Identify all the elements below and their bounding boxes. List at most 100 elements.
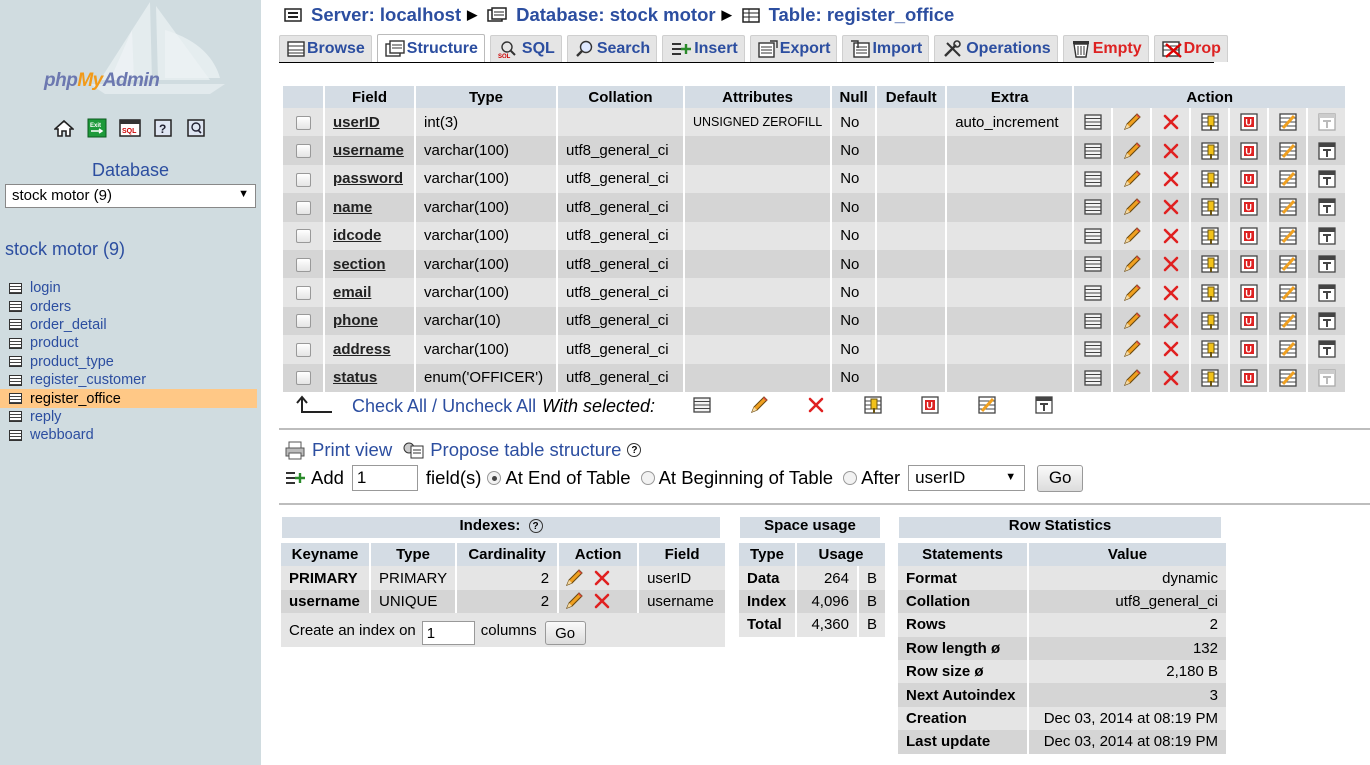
tab-structure[interactable]: Structure (376, 34, 485, 62)
edit-icon[interactable] (1121, 168, 1143, 190)
delete-icon[interactable] (1160, 338, 1182, 360)
uncheck-all-link[interactable]: Uncheck All (442, 396, 536, 417)
unique-icon[interactable]: U (1238, 310, 1260, 332)
tab-search[interactable]: Search (566, 35, 658, 62)
index-icon[interactable] (1277, 253, 1299, 275)
index-icon[interactable] (1277, 338, 1299, 360)
browse-distinct-icon[interactable] (1082, 196, 1104, 218)
browse-distinct-icon[interactable] (1082, 140, 1104, 162)
fulltext-icon[interactable] (1316, 253, 1338, 275)
primary-key-icon[interactable] (1199, 310, 1221, 332)
unique-icon[interactable]: U (1238, 253, 1260, 275)
index-icon[interactable] (1277, 196, 1299, 218)
index-icon[interactable] (1277, 140, 1299, 162)
breadcrumb-table[interactable]: Table: register_office (769, 4, 955, 26)
edit-icon[interactable] (1121, 338, 1143, 360)
delete-icon[interactable] (1160, 310, 1182, 332)
browse-distinct-icon[interactable] (1082, 253, 1104, 275)
unique-icon[interactable]: U (1238, 367, 1260, 389)
unique-icon[interactable]: U (1238, 196, 1260, 218)
row-checkbox[interactable] (295, 342, 311, 357)
cell-field[interactable]: name (325, 193, 414, 222)
index-icon[interactable] (1277, 225, 1299, 247)
fulltext-icon[interactable] (1316, 196, 1338, 218)
tab-import[interactable]: Import (842, 35, 930, 62)
table-icon[interactable] (9, 301, 22, 313)
delete-icon[interactable] (591, 590, 613, 612)
table-icon[interactable] (9, 393, 22, 405)
unique-icon[interactable]: U (1238, 282, 1260, 304)
sidebar-table-reply[interactable]: reply (0, 408, 257, 426)
database-select[interactable]: stock motor (9) ▼ (5, 184, 256, 208)
docs-icon[interactable]: ? (151, 117, 174, 138)
radio-at-beginning[interactable] (640, 471, 655, 485)
home-icon[interactable] (52, 117, 75, 138)
primary-key-icon[interactable] (1199, 367, 1221, 389)
delete-icon[interactable] (1160, 367, 1182, 389)
edit-icon[interactable] (1121, 367, 1143, 389)
index-icon[interactable] (1277, 111, 1299, 133)
delete-icon[interactable] (1160, 140, 1182, 162)
delete-icon[interactable] (591, 567, 613, 589)
fulltext-icon[interactable] (1316, 282, 1338, 304)
cell-field[interactable]: email (325, 278, 414, 307)
primary-key-icon[interactable] (1199, 253, 1221, 275)
fulltext-icon[interactable] (1316, 310, 1338, 332)
breadcrumb-database[interactable]: Database: stock motor (516, 4, 715, 26)
sidebar-table-product[interactable]: product (0, 334, 257, 352)
primary-key-icon[interactable] (1199, 168, 1221, 190)
browse-distinct-icon[interactable] (691, 394, 713, 416)
primary-key-icon[interactable] (1199, 338, 1221, 360)
exit-icon[interactable]: Exit (85, 117, 108, 138)
delete-icon[interactable] (1160, 282, 1182, 304)
unique-icon[interactable]: U (1238, 225, 1260, 247)
phpmyadmin-logo[interactable]: phpMyAdmin (40, 0, 240, 100)
row-checkbox[interactable] (295, 286, 311, 301)
primary-key-icon[interactable] (1199, 225, 1221, 247)
browse-distinct-icon[interactable] (1082, 367, 1104, 389)
help-icon[interactable]: ? (528, 519, 543, 534)
index-icon[interactable] (1277, 310, 1299, 332)
table-icon[interactable] (9, 429, 22, 441)
fulltext-icon[interactable] (1033, 394, 1055, 416)
delete-icon[interactable] (1160, 111, 1182, 133)
primary-key-icon[interactable] (1199, 111, 1221, 133)
sidebar-table-order_detail[interactable]: order_detail (0, 316, 257, 334)
browse-distinct-icon[interactable] (1082, 225, 1104, 247)
unique-icon[interactable]: U (1238, 338, 1260, 360)
delete-icon[interactable] (805, 394, 827, 416)
tab-sql[interactable]: SQL SQL (489, 35, 562, 62)
unique-icon[interactable]: U (1238, 111, 1260, 133)
edit-icon[interactable] (1121, 140, 1143, 162)
after-field-select[interactable]: userID ▼ (908, 465, 1026, 491)
row-checkbox[interactable] (295, 172, 311, 187)
create-index-go-button[interactable]: Go (544, 621, 586, 646)
field-count-input[interactable] (351, 465, 418, 491)
primary-key-icon[interactable] (1199, 140, 1221, 162)
delete-icon[interactable] (1160, 168, 1182, 190)
cell-field[interactable]: phone (325, 306, 414, 336)
edit-icon[interactable] (1121, 253, 1143, 275)
table-icon[interactable] (9, 337, 22, 349)
primary-key-icon[interactable] (1199, 196, 1221, 218)
edit-icon[interactable] (748, 394, 770, 416)
sidebar-table-orders[interactable]: orders (0, 297, 257, 315)
fulltext-disabled-icon[interactable] (1316, 367, 1338, 389)
fulltext-icon[interactable] (1316, 168, 1338, 190)
unique-icon[interactable]: U (1238, 168, 1260, 190)
browse-distinct-icon[interactable] (1082, 168, 1104, 190)
row-checkbox[interactable] (295, 257, 311, 272)
cell-field[interactable]: password (325, 164, 414, 194)
index-icon[interactable] (976, 394, 998, 416)
cell-field[interactable]: section (325, 249, 414, 279)
edit-icon[interactable] (1121, 310, 1143, 332)
unique-icon[interactable]: U (919, 394, 941, 416)
delete-icon[interactable] (1160, 196, 1182, 218)
table-icon[interactable] (9, 411, 22, 423)
edit-icon[interactable] (1121, 196, 1143, 218)
table-icon[interactable] (9, 356, 22, 368)
delete-icon[interactable] (1160, 253, 1182, 275)
radio-at-end[interactable] (487, 471, 502, 485)
tab-export[interactable]: Export (749, 35, 838, 62)
row-checkbox[interactable] (295, 371, 311, 386)
